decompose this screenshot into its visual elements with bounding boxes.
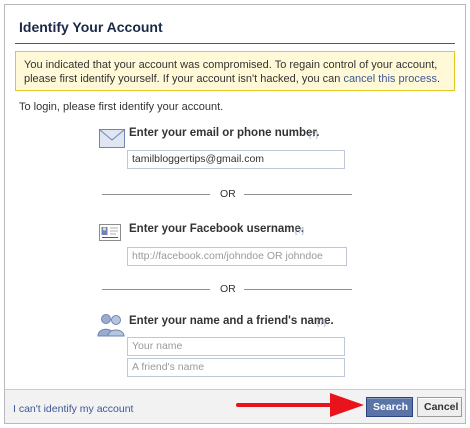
email-help-link[interactable]: [?] bbox=[309, 130, 318, 139]
compromised-notice: You indicated that your account was comp… bbox=[15, 51, 455, 91]
envelope-icon bbox=[99, 129, 125, 148]
title-divider bbox=[15, 43, 455, 44]
email-input[interactable]: tamilbloggertips@gmail.com bbox=[127, 150, 345, 169]
friend-name-input[interactable]: A friend's name bbox=[127, 358, 345, 377]
cancel-process-link[interactable]: cancel this process bbox=[343, 73, 437, 85]
or-separator: OR bbox=[102, 188, 352, 200]
search-button[interactable]: Search bbox=[366, 397, 413, 417]
dialog-footer: I can't identify my account Search Cance… bbox=[5, 389, 465, 423]
email-section-label: Enter your email or phone number. bbox=[129, 127, 320, 139]
people-icon bbox=[97, 314, 125, 337]
name-section-label: Enter your name and a friend's name. bbox=[129, 315, 334, 327]
or-label: OR bbox=[220, 188, 236, 200]
or-separator: OR bbox=[102, 283, 352, 295]
name-help-link[interactable]: [?] bbox=[317, 318, 326, 327]
username-help-link[interactable]: [?] bbox=[295, 226, 304, 235]
cancel-button[interactable]: Cancel bbox=[417, 397, 462, 417]
intro-text: To login, please first identify your acc… bbox=[19, 101, 224, 113]
red-arrow-icon bbox=[236, 393, 364, 417]
your-name-input[interactable]: Your name bbox=[127, 337, 345, 356]
id-card-icon bbox=[99, 224, 121, 241]
identify-account-dialog: Identify Your Account You indicated that… bbox=[4, 4, 466, 424]
username-input[interactable]: http://facebook.com/johndoe OR johndoe bbox=[127, 247, 347, 266]
dialog-title: Identify Your Account bbox=[19, 19, 163, 35]
notice-end: . bbox=[436, 73, 441, 85]
cant-identify-link[interactable]: I can't identify my account bbox=[13, 403, 133, 415]
or-label: OR bbox=[220, 283, 236, 295]
username-section-label: Enter your Facebook username. bbox=[129, 223, 305, 235]
